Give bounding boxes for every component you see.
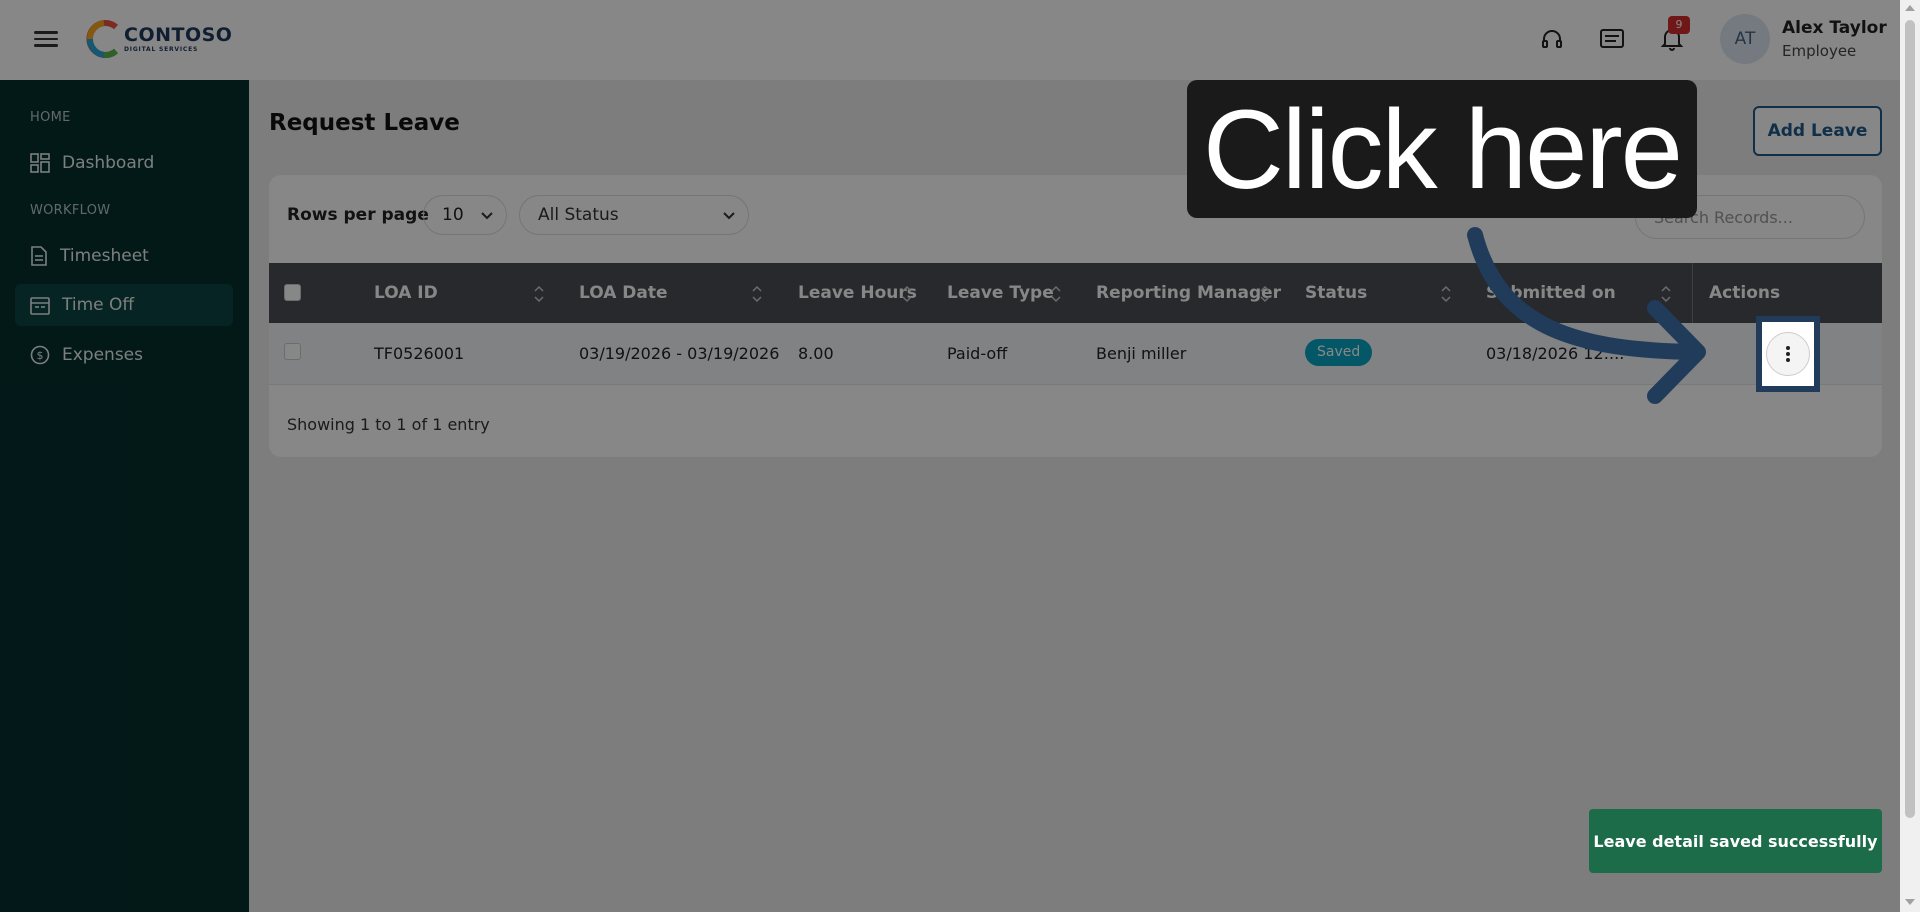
scroll-thumb[interactable]: [1905, 20, 1915, 818]
click-here-callout: Click here: [1187, 80, 1697, 218]
highlight-frame: [1756, 316, 1820, 392]
scrollbar[interactable]: [1900, 0, 1920, 912]
scroll-up-icon[interactable]: [1905, 5, 1915, 11]
pointer-arrow-icon: [1467, 227, 1706, 404]
scroll-down-icon[interactable]: [1905, 899, 1915, 905]
success-toast: Leave detail saved successfully: [1589, 809, 1882, 873]
